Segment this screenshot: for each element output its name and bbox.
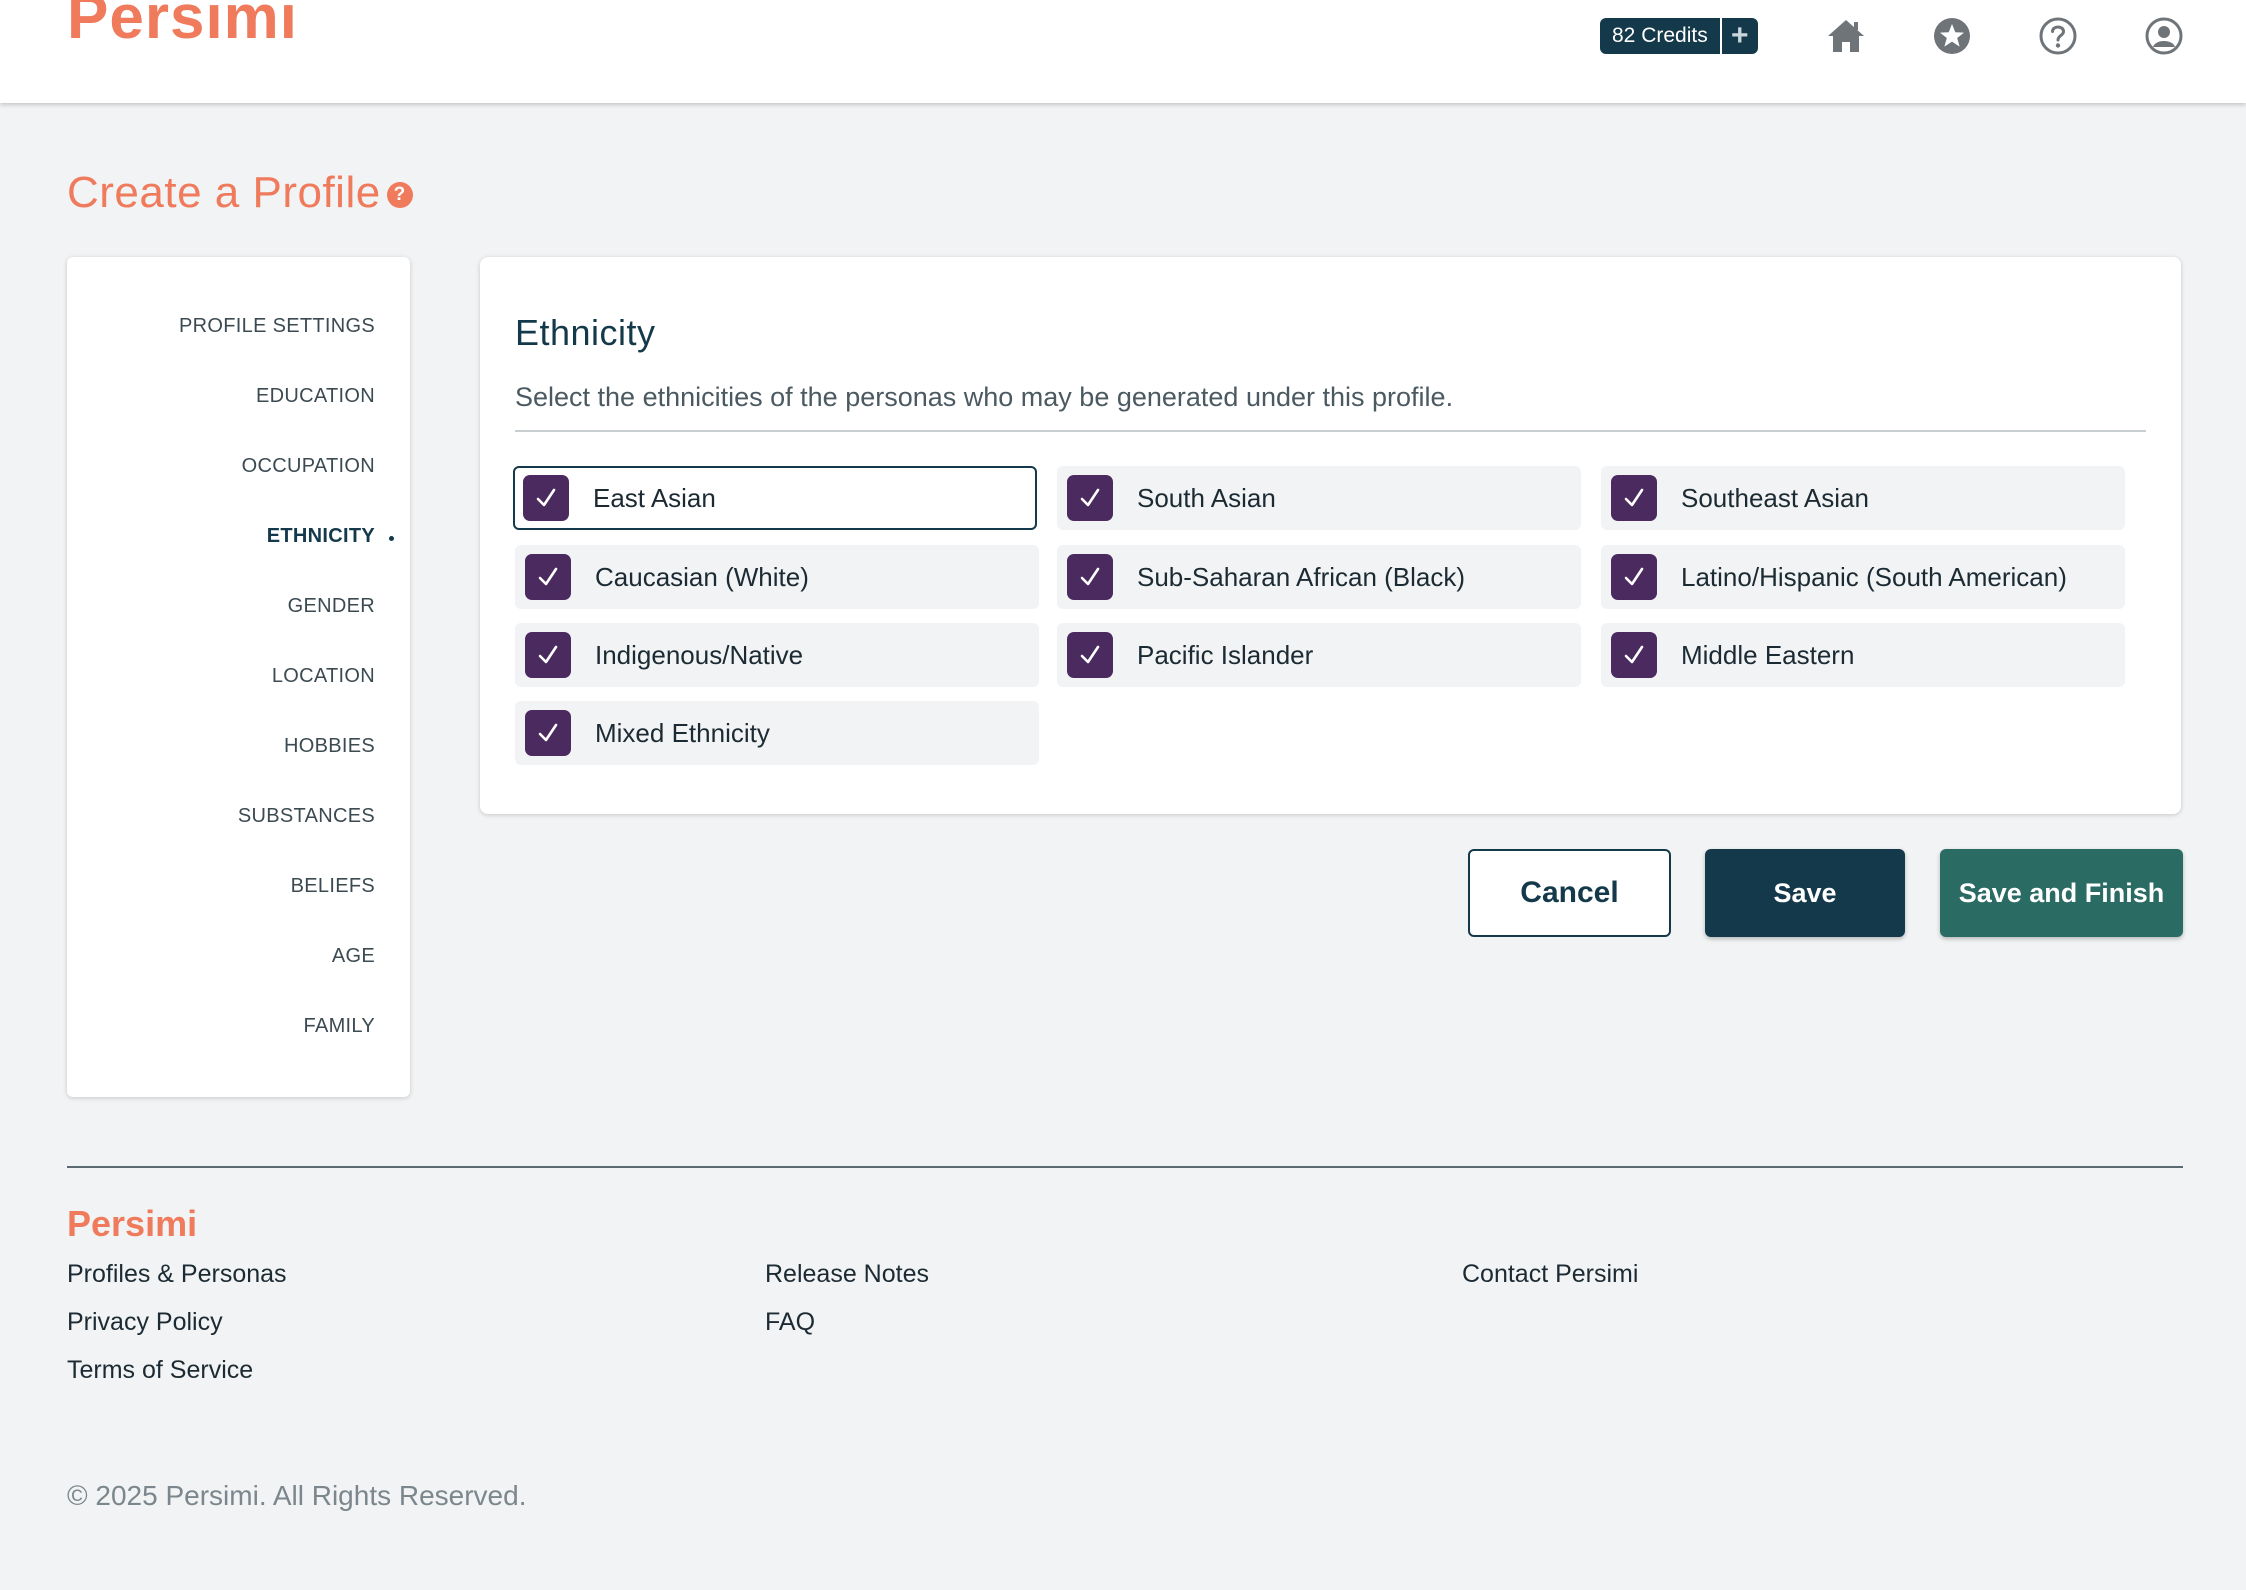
- cancel-button[interactable]: Cancel: [1468, 849, 1671, 937]
- option-label: East Asian: [593, 482, 716, 513]
- credits-label: 82 Credits: [1612, 24, 1708, 47]
- top-bar: Persimi 82 Credits +: [0, 0, 2246, 103]
- active-indicator-dot: [389, 536, 394, 541]
- sidebar-item-age[interactable]: AGE: [332, 945, 375, 968]
- checkbox-checked[interactable]: [525, 554, 571, 600]
- sidebar-item-occupation[interactable]: OCCUPATION: [242, 455, 375, 478]
- sidebar-item-education[interactable]: EDUCATION: [256, 385, 375, 408]
- option-label: Pacific Islander: [1137, 639, 1314, 670]
- checkbox-checked[interactable]: [1067, 475, 1113, 521]
- sidebar-item-gender[interactable]: GENDER: [288, 595, 375, 618]
- checkbox-checked[interactable]: [1611, 632, 1657, 678]
- option-caucasian[interactable]: Caucasian (White): [515, 545, 1039, 609]
- account-icon[interactable]: [2144, 16, 2184, 56]
- option-latino-hispanic[interactable]: Latino/Hispanic (South American): [1601, 545, 2125, 609]
- check-icon: [1080, 567, 1100, 586]
- option-label: Indigenous/Native: [595, 639, 804, 670]
- footer-link-profiles[interactable]: Profiles & Personas: [67, 1260, 287, 1289]
- checkbox-checked[interactable]: [523, 475, 569, 521]
- footer-link-faq[interactable]: FAQ: [765, 1308, 815, 1337]
- sidebar-item-ethnicity[interactable]: ETHNICITY: [267, 525, 375, 548]
- option-label: Latino/Hispanic (South American): [1681, 561, 2067, 592]
- sidebar-item-profile-settings[interactable]: PROFILE SETTINGS: [179, 315, 375, 338]
- copyright: © 2025 Persimi. All Rights Reserved.: [67, 1480, 527, 1511]
- check-icon: [538, 567, 558, 586]
- sidebar-item-beliefs[interactable]: BELIEFS: [291, 875, 375, 898]
- save-and-finish-button[interactable]: Save and Finish: [1940, 849, 2183, 937]
- option-label: South Asian: [1137, 482, 1276, 513]
- option-label: Middle Eastern: [1681, 639, 1855, 670]
- section-description: Select the ethnicities of the personas w…: [515, 382, 1454, 412]
- option-label: Caucasian (White): [595, 561, 809, 592]
- option-south-asian[interactable]: South Asian: [1057, 466, 1581, 530]
- add-credits-button[interactable]: +: [1719, 18, 1758, 54]
- ethnicity-card: Ethnicity Select the ethnicities of the …: [480, 257, 2181, 814]
- checkbox-checked[interactable]: [1611, 554, 1657, 600]
- option-indigenous-native[interactable]: Indigenous/Native: [515, 623, 1039, 687]
- checkbox-checked[interactable]: [525, 710, 571, 756]
- section-title: Ethnicity: [515, 312, 656, 353]
- save-button[interactable]: Save: [1705, 849, 1905, 937]
- divider: [515, 430, 2146, 432]
- section-sidebar: PROFILE SETTINGS EDUCATION OCCUPATION ET…: [67, 257, 410, 1097]
- check-icon: [1624, 488, 1644, 507]
- option-pacific-islander[interactable]: Pacific Islander: [1057, 623, 1581, 687]
- footer-link-contact[interactable]: Contact Persimi: [1462, 1260, 1638, 1289]
- question-icon[interactable]: ?: [386, 182, 413, 209]
- credits-badge[interactable]: 82 Credits +: [1600, 18, 1758, 54]
- page-title: Create a Profile?: [67, 168, 413, 218]
- option-label: Southeast Asian: [1681, 482, 1869, 513]
- footer-logo[interactable]: Persimi: [67, 1203, 197, 1245]
- checkbox-checked[interactable]: [1067, 632, 1113, 678]
- option-east-asian[interactable]: East Asian: [513, 466, 1037, 530]
- option-sub-saharan-african[interactable]: Sub-Saharan African (Black): [1057, 545, 1581, 609]
- logo[interactable]: Persimi: [67, 0, 298, 53]
- checkbox-checked[interactable]: [525, 632, 571, 678]
- check-icon: [1624, 567, 1644, 586]
- check-icon: [538, 723, 558, 742]
- footer-link-privacy[interactable]: Privacy Policy: [67, 1308, 223, 1337]
- option-mixed-ethnicity[interactable]: Mixed Ethnicity: [515, 701, 1039, 765]
- check-icon: [536, 488, 556, 507]
- option-middle-eastern[interactable]: Middle Eastern: [1601, 623, 2125, 687]
- option-southeast-asian[interactable]: Southeast Asian: [1601, 466, 2125, 530]
- option-label: Mixed Ethnicity: [595, 717, 770, 748]
- page-title-text: Create a Profile: [67, 168, 381, 217]
- sidebar-item-family[interactable]: FAMILY: [304, 1015, 375, 1038]
- check-icon: [1080, 645, 1100, 664]
- sidebar-item-hobbies[interactable]: HOBBIES: [284, 735, 375, 758]
- footer-link-release-notes[interactable]: Release Notes: [765, 1260, 929, 1289]
- sidebar-item-substances[interactable]: SUBSTANCES: [238, 805, 375, 828]
- option-label: Sub-Saharan African (Black): [1137, 561, 1466, 592]
- footer-link-terms[interactable]: Terms of Service: [67, 1356, 253, 1385]
- help-icon[interactable]: [2038, 16, 2078, 56]
- checkbox-checked[interactable]: [1067, 554, 1113, 600]
- check-icon: [1624, 645, 1644, 664]
- check-icon: [1080, 488, 1100, 507]
- check-icon: [538, 645, 558, 664]
- sidebar-item-location[interactable]: LOCATION: [272, 665, 375, 688]
- footer-divider: [67, 1166, 2183, 1168]
- home-icon[interactable]: [1826, 16, 1866, 56]
- checkbox-checked[interactable]: [1611, 475, 1657, 521]
- star-icon[interactable]: [1932, 16, 1972, 56]
